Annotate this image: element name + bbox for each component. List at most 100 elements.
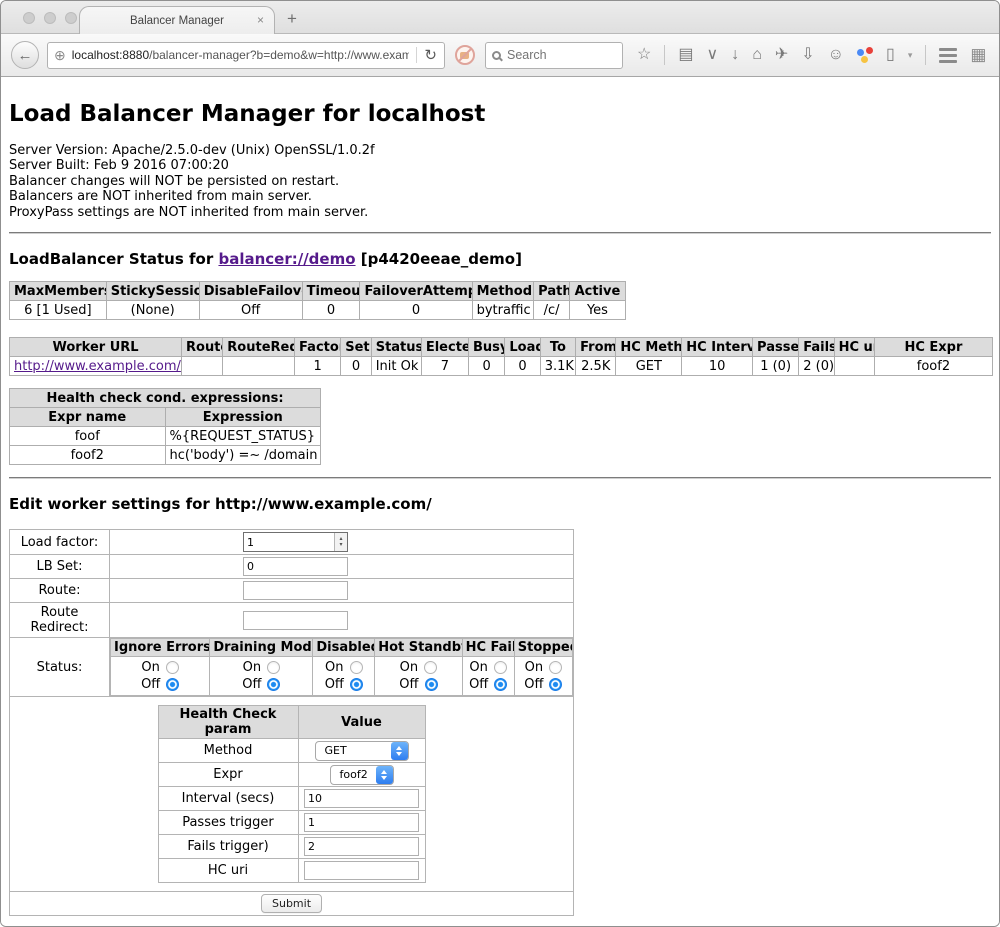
col-active: Active	[569, 282, 625, 301]
minimize-window-button[interactable]	[44, 12, 56, 24]
radio-stopped-on[interactable]	[549, 661, 562, 674]
reload-icon[interactable]: ↻	[424, 46, 437, 64]
col-passes: Passes	[753, 338, 799, 357]
col-worker-url: Worker URL	[10, 338, 182, 357]
on-label: On	[469, 660, 487, 675]
status-label: Status:	[10, 638, 110, 697]
radio-disabled-on[interactable]	[350, 661, 363, 674]
radio-hot-standby-on[interactable]	[424, 661, 437, 674]
radio-disabled-off[interactable]	[350, 678, 363, 691]
edit-worker-form: Load factor: ▴▾ LB Set: Route: Route Red…	[9, 529, 574, 916]
send-icon[interactable]: ✈	[775, 47, 788, 63]
heading-prefix: LoadBalancer Status for	[9, 250, 218, 268]
home-icon[interactable]: ⌂	[752, 47, 762, 63]
notice-balancers: Balancers are NOT inherited from main se…	[9, 189, 991, 204]
table-row: foof2 hc('body') =~ /domain is establish…	[10, 446, 321, 465]
cell-active: Yes	[569, 301, 625, 320]
loadbalancer-status-heading: LoadBalancer Status for balancer://demo …	[9, 250, 991, 268]
heading-suffix: [p4420eeae_demo]	[356, 250, 522, 268]
chevron-down-icon[interactable]: ▾	[908, 50, 913, 61]
cell-maxmembers: 6 [1 Used]	[10, 301, 107, 320]
url-text[interactable]: localhost:8880/balancer-manager?b=demo&w…	[72, 48, 410, 62]
radio-hc-fail-on[interactable]	[494, 661, 507, 674]
cell-hc-method: GET	[616, 357, 682, 376]
grid-extension-icon[interactable]: ▦	[970, 45, 986, 65]
server-info: Server Version: Apache/2.5.0-dev (Unix) …	[9, 143, 991, 220]
adblock-icon[interactable]	[455, 45, 475, 65]
radio-hc-fail-off[interactable]	[494, 678, 507, 691]
col-fails: Fails	[799, 338, 834, 357]
radio-draining-mode-on[interactable]	[267, 661, 280, 674]
fails-label: Fails trigger)	[158, 835, 298, 859]
col-draining-mode: Draining Mode	[210, 639, 313, 657]
download-box-icon[interactable]: ⇩	[801, 47, 814, 63]
radio-group-hot-standby: On Off	[375, 657, 461, 695]
bookmark-star-icon[interactable]: ☆	[637, 47, 651, 63]
col-health-check-param: Health Check param	[158, 706, 298, 739]
col-disablefailover: DisableFailover	[199, 282, 302, 301]
balancer-demo-link[interactable]: balancer://demo	[218, 250, 355, 268]
colors-extension-icon[interactable]	[857, 47, 873, 63]
route-redirect-label: Route Redirect:	[10, 603, 110, 638]
radio-group-draining-mode: On Off	[210, 657, 312, 695]
route-input[interactable]	[243, 581, 348, 600]
passes-label: Passes trigger	[158, 811, 298, 835]
search-icon	[492, 51, 501, 60]
cell-route	[182, 357, 223, 376]
col-timeout: Timeout	[302, 282, 360, 301]
zoom-window-button[interactable]	[65, 12, 77, 24]
worker-url-link[interactable]: http://www.example.com/	[14, 359, 181, 374]
menu-icon[interactable]	[939, 48, 957, 63]
cell-stickysession: (None)	[106, 301, 199, 320]
radio-hot-standby-off[interactable]	[425, 678, 438, 691]
off-label: Off	[242, 677, 261, 692]
url-bar[interactable]: ⊕ localhost:8880/balancer-manager?b=demo…	[47, 42, 445, 69]
window-controls	[23, 12, 77, 24]
select-arrows-icon	[376, 766, 393, 784]
cell-method: bytraffic	[472, 301, 534, 320]
fails-input[interactable]	[304, 837, 419, 856]
hc-uri-input[interactable]	[304, 861, 419, 880]
passes-input[interactable]	[304, 813, 419, 832]
radio-ignore-errors-off[interactable]	[166, 678, 179, 691]
route-redirect-input[interactable]	[243, 611, 348, 630]
on-label: On	[525, 660, 543, 675]
cell-factor: 1	[295, 357, 341, 376]
col-hot-standby: Hot Standby	[375, 639, 462, 657]
method-select[interactable]: GET	[315, 741, 409, 761]
site-identity-globe-icon[interactable]: ⊕	[54, 47, 66, 64]
url-host: localhost:8880	[72, 48, 149, 62]
pocket-icon[interactable]: ∨	[706, 47, 718, 63]
close-tab-icon[interactable]: ×	[257, 14, 264, 26]
radio-ignore-errors-on[interactable]	[166, 661, 179, 674]
reading-list-icon[interactable]: ▤	[678, 47, 693, 63]
radio-group-ignore-errors: On Off	[111, 657, 209, 695]
battery-extension-icon[interactable]: ▯	[886, 47, 895, 63]
server-built: Server Built: Feb 9 2016 07:00:20	[9, 158, 991, 173]
radio-draining-mode-off[interactable]	[267, 678, 280, 691]
radio-stopped-off[interactable]	[549, 678, 562, 691]
search-input[interactable]	[507, 48, 616, 62]
number-spinner-icon[interactable]: ▴▾	[334, 533, 347, 551]
interval-input[interactable]	[304, 789, 419, 808]
new-tab-button[interactable]: +	[287, 9, 297, 29]
col-maxmembers: MaxMembers	[10, 282, 107, 301]
expr-select[interactable]: foof2	[330, 765, 394, 785]
page-title: Load Balancer Manager for localhost	[9, 101, 991, 127]
form-row-health-check: Health Check param Value Method GET Expr…	[10, 697, 574, 892]
on-label: On	[243, 660, 261, 675]
close-window-button[interactable]	[23, 12, 35, 24]
cell-expression: %{REQUEST_STATUS} =~ /^[234]/	[165, 427, 321, 446]
url-path: /balancer-manager?b=demo&w=http://www.ex…	[149, 48, 409, 62]
select-arrows-icon	[391, 742, 408, 760]
back-button[interactable]: ←	[11, 41, 39, 69]
search-bar[interactable]	[485, 42, 623, 69]
downloads-icon[interactable]: ↓	[731, 47, 739, 63]
col-elected: Elected	[421, 338, 468, 357]
lb-set-input[interactable]	[243, 557, 348, 576]
feedback-smiley-icon[interactable]: ☺	[828, 47, 844, 63]
load-factor-input[interactable]	[244, 533, 334, 551]
route-label: Route:	[10, 579, 110, 603]
submit-button[interactable]: Submit	[261, 894, 322, 913]
tab-balancer-manager[interactable]: Balancer Manager ×	[79, 6, 275, 34]
